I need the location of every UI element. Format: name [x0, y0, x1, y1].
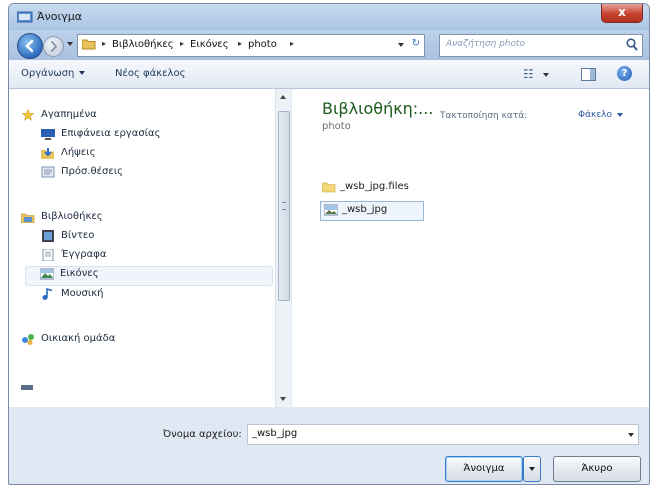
arrow-right-icon — [51, 41, 58, 52]
sidebar-item-pictures[interactable]: Εικόνες — [25, 266, 273, 286]
recent-locations-dropdown[interactable] — [67, 42, 73, 46]
breadcrumb-separator: ▸ — [290, 39, 295, 48]
search-input[interactable]: Αναζήτηση photo — [439, 34, 643, 57]
filename-dropdown-icon[interactable] — [628, 433, 634, 437]
chevron-down-icon — [617, 112, 624, 117]
libraries-icon — [21, 213, 35, 223]
preview-pane-icon[interactable] — [581, 68, 596, 81]
arrow-left-icon — [25, 39, 34, 53]
sidebar-item-label: Οικιακή ομάδα — [41, 333, 116, 344]
search-icon[interactable] — [626, 38, 638, 51]
sidebar-item-label: Πρόσ.θέσεις — [61, 166, 124, 177]
close-icon: x — [618, 5, 626, 19]
title-bar[interactable]: Άνοιγμα x — [9, 4, 649, 30]
nav-scrollbar[interactable] — [276, 89, 291, 407]
sidebar-item-label: Λήψεις — [61, 147, 96, 158]
star-icon — [21, 109, 35, 121]
close-button[interactable]: x — [601, 4, 643, 23]
organize-label: Οργάνωση — [21, 68, 75, 79]
new-folder-button[interactable]: Νέος φάκελος — [115, 68, 185, 79]
sidebar-item-label: Βιβλιοθήκες — [41, 211, 103, 222]
homegroup-icon — [22, 334, 34, 345]
scrollbar-thumb[interactable] — [278, 111, 290, 301]
arrange-by-dropdown[interactable]: Φάκελο — [578, 110, 624, 120]
breadcrumb-separator: ▸ — [102, 39, 107, 48]
dialog-footer: Όνομα αρχείου: _wsb_jpg Άνοιγμα Άκυρο — [9, 407, 649, 484]
navigation-pane: Αγαπημένα Επιφάνεια εργασίας Λήψεις Πρόσ… — [9, 89, 276, 407]
address-row: ▸ Βιβλιοθήκες ▸ Εικόνες ▸ photo ▸ ↻ Αναζ… — [9, 30, 649, 60]
open-file-dialog: Άνοιγμα x ▸ Βιβλιοθήκες ▸ Εικόνες ▸ phot… — [8, 3, 650, 485]
sidebar-item-label: Επιφάνεια εργασίας — [61, 128, 161, 139]
sidebar-item-label: Αγαπημένα — [41, 109, 97, 120]
recent-places-icon — [41, 166, 55, 178]
sidebar-item-label: Βίντεο — [61, 230, 95, 241]
views-dropdown-icon[interactable] — [543, 73, 549, 77]
arrange-by-value: Φάκελο — [578, 110, 613, 120]
chevron-down-icon — [529, 467, 535, 471]
library-title: Βιβλιοθήκη:... — [322, 99, 434, 118]
scroll-up-icon[interactable] — [280, 95, 286, 99]
help-icon[interactable]: ? — [617, 66, 632, 81]
open-options-button[interactable] — [523, 456, 541, 482]
pictures-library-icon — [40, 268, 54, 280]
filename-value: _wsb_jpg — [252, 428, 298, 439]
breadcrumb[interactable]: ▸ Βιβλιοθήκες ▸ Εικόνες ▸ photo ▸ ↻ — [77, 34, 425, 57]
grip-icon — [282, 202, 286, 210]
breadcrumb-separator: ▸ — [180, 39, 185, 48]
music-library-icon — [42, 288, 53, 300]
arrange-by-label: Τακτοποίηση κατά: — [440, 111, 528, 121]
file-name: _wsb_jpg.files — [340, 181, 409, 192]
downloads-icon — [41, 148, 54, 159]
search-placeholder: Αναζήτηση photo — [446, 39, 526, 49]
filename-label: Όνομα αρχείου: — [163, 429, 242, 440]
breadcrumb-pictures[interactable]: Εικόνες — [190, 39, 229, 50]
image-file-icon — [324, 204, 338, 216]
folder-icon — [82, 39, 96, 50]
cancel-button[interactable]: Άκυρο — [553, 456, 641, 482]
file-list-pane: Βιβλιοθήκη:... photo Τακτοποίηση κατά: Φ… — [292, 89, 649, 407]
video-library-icon — [42, 230, 54, 242]
sidebar-item-label: Μουσική — [61, 288, 104, 299]
sidebar-item-label: Εικόνες — [60, 268, 99, 279]
organize-menu[interactable]: Οργάνωση — [21, 68, 86, 79]
refresh-icon[interactable]: ↻ — [412, 38, 420, 49]
file-name: _wsb_jpg — [342, 204, 388, 215]
file-item-image[interactable]: _wsb_jpg — [320, 201, 424, 221]
sidebar-item-label: Έγγραφα — [61, 249, 107, 260]
change-view-icon[interactable]: ☷ — [523, 67, 534, 81]
window-title: Άνοιγμα — [37, 10, 82, 23]
library-subtitle: photo — [322, 121, 351, 132]
address-dropdown-icon[interactable] — [398, 43, 404, 47]
forward-button[interactable] — [43, 36, 64, 57]
app-window-icon — [17, 11, 33, 23]
chevron-down-icon — [79, 71, 86, 75]
documents-library-icon — [42, 249, 54, 261]
computer-icon — [21, 385, 33, 390]
scroll-down-icon[interactable] — [280, 397, 286, 401]
desktop-icon — [41, 129, 55, 140]
open-button[interactable]: Άνοιγμα — [445, 456, 523, 482]
back-button[interactable] — [17, 33, 43, 59]
breadcrumb-photo[interactable]: photo — [248, 39, 277, 50]
breadcrumb-separator: ▸ — [238, 39, 243, 48]
filename-field[interactable]: _wsb_jpg — [247, 424, 639, 445]
breadcrumb-libraries[interactable]: Βιβλιοθήκες — [112, 39, 174, 50]
command-toolbar: Οργάνωση Νέος φάκελος ☷ ? — [9, 60, 649, 89]
folder-icon — [322, 182, 336, 193]
